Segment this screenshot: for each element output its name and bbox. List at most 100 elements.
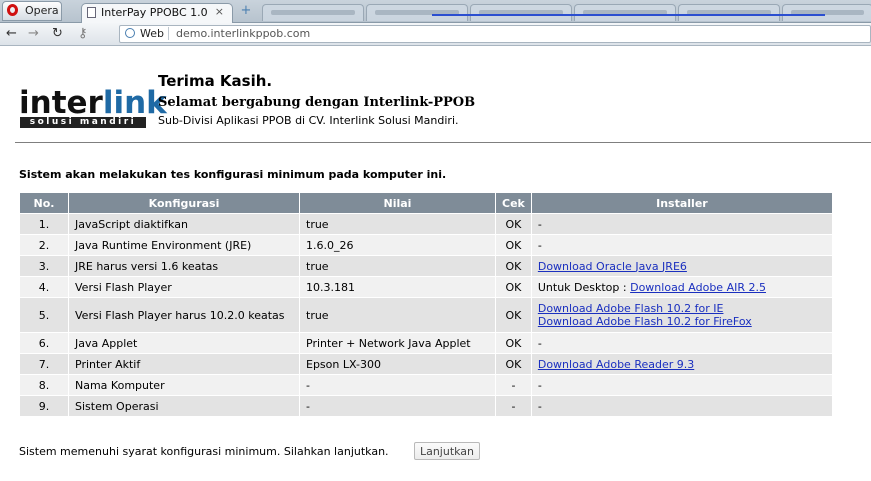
row-value: -	[299, 374, 496, 396]
browser-tab-bar: Opera InterPay PPOBC 1.0 × +	[0, 0, 871, 23]
tab-interpay[interactable]: InterPay PPOBC 1.0 ×	[81, 3, 233, 23]
row-installer: Untuk Desktop : Download Adobe AIR 2.5	[530, 276, 834, 298]
subdivision-text: Sub-Divisi Aplikasi PPOB di CV. Interlin…	[158, 114, 459, 127]
table-row: 3. JRE harus versi 1.6 keatas true OK Do…	[19, 255, 834, 277]
row-check: -	[495, 374, 532, 396]
row-config: Printer Aktif	[68, 353, 300, 375]
row-config: JRE harus versi 1.6 keatas	[68, 255, 300, 277]
row-config: Versi Flash Player	[68, 276, 300, 298]
row-installer: -	[530, 395, 834, 417]
row-no: 1.	[19, 213, 69, 235]
reload-icon[interactable]: ↻	[52, 26, 63, 41]
col-header-cek: Cek	[495, 192, 532, 214]
row-no: 9.	[19, 395, 69, 417]
download-java-jre6-link[interactable]: Download Oracle Java JRE6	[538, 260, 687, 273]
continue-button[interactable]: Lanjutkan	[414, 442, 480, 460]
row-config: Java Runtime Environment (JRE)	[68, 234, 300, 256]
forward-arrow-icon[interactable]: →	[28, 26, 39, 41]
tab-background[interactable]	[366, 4, 468, 21]
row-installer: Download Adobe Reader 9.3	[530, 353, 834, 375]
web-label: Web	[140, 27, 164, 40]
row-check: OK	[495, 297, 532, 333]
link-underline	[432, 14, 825, 16]
tab-title: InterPay PPOBC 1.0	[101, 6, 208, 19]
table-row: 2. Java Runtime Environment (JRE) 1.6.0_…	[19, 234, 834, 256]
intro-text: Sistem akan melakukan tes konfigurasi mi…	[19, 168, 447, 181]
download-adobe-reader-link[interactable]: Download Adobe Reader 9.3	[538, 358, 694, 371]
page-title: Terima Kasih.	[158, 72, 273, 90]
opera-logo-icon	[7, 4, 18, 16]
row-installer: -	[530, 234, 834, 256]
divider	[15, 142, 871, 143]
config-table: No. Konfigurasi Nilai Cek Installer 1. J…	[19, 192, 834, 417]
url-text[interactable]: demo.interlinkppob.com	[176, 27, 310, 40]
opera-menu-button[interactable]: Opera	[2, 1, 62, 21]
key-icon[interactable]: ⚷	[78, 26, 88, 41]
row-no: 8.	[19, 374, 69, 396]
col-header-konfigurasi: Konfigurasi	[68, 192, 300, 214]
download-flash-firefox-link[interactable]: Download Adobe Flash 10.2 for FireFox	[538, 315, 752, 328]
globe-icon	[125, 28, 135, 38]
table-row: 1. JavaScript diaktifkan true OK -	[19, 213, 834, 235]
row-value: true	[299, 297, 496, 333]
row-check: OK	[495, 234, 532, 256]
row-config: Java Applet	[68, 332, 300, 354]
row-config: Sistem Operasi	[68, 395, 300, 417]
installer-prefix: Untuk Desktop :	[537, 280, 631, 294]
row-installer: -	[530, 332, 834, 354]
tab-background[interactable]	[678, 4, 780, 21]
tab-background[interactable]	[262, 4, 364, 21]
row-no: 2.	[19, 234, 69, 256]
logo-inter: inter	[19, 85, 103, 121]
row-value: Epson LX-300	[299, 353, 496, 375]
opera-menu-label: Opera	[25, 4, 59, 17]
row-value: Printer + Network Java Applet	[299, 332, 496, 354]
row-check: OK	[495, 276, 532, 298]
row-config: JavaScript diaktifkan	[68, 213, 300, 235]
tab-close-icon[interactable]: ×	[215, 5, 224, 18]
row-value: true	[299, 213, 496, 235]
table-row: 7. Printer Aktif Epson LX-300 OK Downloa…	[19, 353, 834, 375]
row-no: 5.	[19, 297, 69, 333]
table-row: 4. Versi Flash Player 10.3.181 OK Untuk …	[19, 276, 834, 298]
row-no: 7.	[19, 353, 69, 375]
address-bar: ← → ↻ ⚷ Web demo.interlinkppob.com	[0, 23, 871, 46]
table-header-row: No. Konfigurasi Nilai Cek Installer	[19, 192, 834, 214]
row-no: 4.	[19, 276, 69, 298]
row-check: OK	[495, 353, 532, 375]
tab-background[interactable]	[470, 4, 572, 21]
row-no: 3.	[19, 255, 69, 277]
table-row: 5. Versi Flash Player harus 10.2.0 keata…	[19, 297, 834, 333]
table-row: 9. Sistem Operasi - - -	[19, 395, 834, 417]
table-row: 8. Nama Komputer - - -	[19, 374, 834, 396]
download-flash-ie-link[interactable]: Download Adobe Flash 10.2 for IE	[538, 302, 724, 315]
row-installer: Download Adobe Flash 10.2 for IE Downloa…	[530, 297, 834, 333]
row-config: Versi Flash Player harus 10.2.0 keatas	[68, 297, 300, 333]
url-field[interactable]: Web demo.interlinkppob.com	[119, 25, 871, 43]
row-no: 6.	[19, 332, 69, 354]
row-check: OK	[495, 332, 532, 354]
row-value: -	[299, 395, 496, 417]
welcome-heading: Selamat bergabung dengan Interlink-PPOB	[158, 95, 476, 110]
row-installer: Download Oracle Java JRE6	[530, 255, 834, 277]
table-row: 6. Java Applet Printer + Network Java Ap…	[19, 332, 834, 354]
logo-tagline: solusi mandiri	[20, 117, 146, 128]
row-installer: -	[530, 374, 834, 396]
row-check: OK	[495, 255, 532, 277]
row-check: OK	[495, 213, 532, 235]
back-arrow-icon[interactable]: ←	[6, 26, 17, 41]
tab-background[interactable]	[574, 4, 676, 21]
row-value: 1.6.0_26	[299, 234, 496, 256]
row-value: 10.3.181	[299, 276, 496, 298]
footer-message: Sistem memenuhi syarat konfigurasi minim…	[19, 445, 389, 458]
col-header-nilai: Nilai	[299, 192, 496, 214]
row-installer: -	[530, 213, 834, 235]
tab-background[interactable]	[782, 4, 871, 21]
col-header-no: No.	[19, 192, 69, 214]
new-tab-button[interactable]: +	[238, 4, 254, 18]
download-adobe-air-link[interactable]: Download Adobe AIR 2.5	[630, 281, 766, 294]
row-config: Nama Komputer	[68, 374, 300, 396]
row-value: true	[299, 255, 496, 277]
col-header-installer: Installer	[530, 192, 834, 214]
interlink-logo: interlink solusi mandiri	[19, 85, 167, 128]
